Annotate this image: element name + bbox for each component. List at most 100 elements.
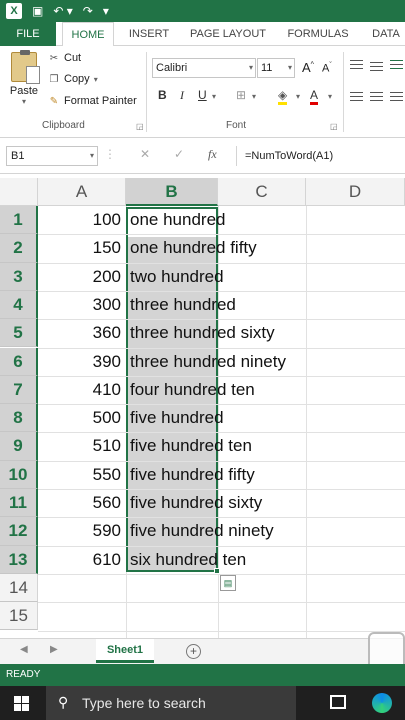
- cell-b[interactable]: [127, 574, 405, 602]
- cell-a[interactable]: [38, 574, 125, 602]
- row-header[interactable]: 2: [0, 234, 38, 263]
- align-left-icon[interactable]: [350, 92, 363, 101]
- cell-b[interactable]: three hundred ninety: [127, 348, 405, 376]
- bold-button[interactable]: B: [158, 88, 167, 102]
- font-launcher-icon[interactable]: ◲: [330, 122, 338, 131]
- cell-a[interactable]: 410: [38, 376, 125, 404]
- cell-a[interactable]: 610: [38, 546, 125, 574]
- cell-b[interactable]: two hundred: [127, 263, 405, 291]
- borders-dropdown-icon[interactable]: ▾: [252, 92, 256, 101]
- tab-file[interactable]: FILE: [0, 22, 56, 46]
- worksheet-grid[interactable]: A B C D ▤ 1 100 one hundred 2 150 one hundred…: [0, 178, 405, 638]
- cancel-icon[interactable]: ✕: [140, 147, 150, 161]
- borders-icon[interactable]: ⊞: [236, 88, 246, 102]
- row-header[interactable]: 10: [0, 460, 38, 489]
- italic-button[interactable]: I: [180, 88, 184, 103]
- tab-home[interactable]: HOME: [62, 22, 114, 47]
- tab-formulas[interactable]: FORMULAS: [282, 22, 354, 46]
- shrink-font-button[interactable]: Aˇ: [322, 62, 332, 75]
- align-center-icon[interactable]: [370, 92, 383, 101]
- cell-a[interactable]: 560: [38, 489, 125, 517]
- underline-dropdown-icon[interactable]: ▾: [212, 92, 216, 101]
- clipboard-launcher-icon[interactable]: ◲: [136, 122, 144, 131]
- align-middle-icon[interactable]: [370, 62, 383, 71]
- cell-a[interactable]: 590: [38, 517, 125, 545]
- cell-a[interactable]: 100: [38, 206, 125, 234]
- enter-icon[interactable]: ✓: [174, 147, 184, 161]
- align-right-icon[interactable]: [390, 92, 403, 101]
- new-sheet-button[interactable]: +: [186, 644, 201, 659]
- task-view-icon[interactable]: [330, 695, 346, 709]
- paste-button[interactable]: Paste ▾: [8, 50, 40, 106]
- cell-a[interactable]: 390: [38, 348, 125, 376]
- cell-a[interactable]: 510: [38, 432, 125, 460]
- copy-dropdown-icon[interactable]: ▾: [94, 75, 98, 84]
- cut-button[interactable]: ✂ Cut: [48, 52, 81, 64]
- next-sheet-icon[interactable]: ▶: [50, 644, 58, 655]
- row-header[interactable]: 5: [0, 319, 38, 348]
- row-header[interactable]: 1: [0, 206, 38, 235]
- font-name-select[interactable]: Calibri ▾: [152, 58, 256, 78]
- underline-button[interactable]: U: [198, 88, 207, 102]
- fill-dropdown-icon[interactable]: ▾: [296, 92, 300, 101]
- name-box[interactable]: B1 ▾: [6, 146, 98, 166]
- cell-b[interactable]: three hundred: [127, 291, 405, 319]
- cell-b[interactable]: five hundred fifty: [127, 461, 405, 489]
- paste-dropdown-icon[interactable]: ▾: [8, 97, 40, 106]
- insert-function-button[interactable]: fx: [208, 147, 217, 162]
- save-icon[interactable]: ▣: [32, 0, 43, 22]
- cell-b[interactable]: three hundred sixty: [127, 319, 405, 347]
- undo-icon[interactable]: ↶ ▾: [53, 0, 72, 22]
- edge-browser-icon[interactable]: [372, 693, 392, 713]
- cell-a[interactable]: 200: [38, 263, 125, 291]
- column-header-b[interactable]: B: [126, 178, 218, 206]
- font-size-select[interactable]: 11 ▾: [257, 58, 295, 78]
- cell-b[interactable]: five hundred ten: [127, 432, 405, 460]
- cell-b[interactable]: [127, 602, 405, 630]
- cell-a[interactable]: 300: [38, 291, 125, 319]
- row-header[interactable]: 4: [0, 290, 38, 320]
- row-header[interactable]: 13: [0, 545, 38, 574]
- cell-a[interactable]: 550: [38, 461, 125, 489]
- row-header[interactable]: 11: [0, 489, 38, 518]
- grow-font-button[interactable]: A^: [302, 60, 314, 75]
- cell-b[interactable]: one hundred: [127, 206, 405, 234]
- tab-data[interactable]: DATA: [366, 22, 405, 46]
- column-header-d[interactable]: D: [306, 178, 405, 206]
- cell-b[interactable]: five hundred sixty: [127, 489, 405, 517]
- row-header[interactable]: 14: [0, 573, 38, 603]
- cell-a[interactable]: 500: [38, 404, 125, 432]
- cell-a[interactable]: 360: [38, 319, 125, 347]
- row-header[interactable]: 6: [0, 347, 38, 376]
- prev-sheet-icon[interactable]: ◀: [20, 644, 28, 655]
- row-header[interactable]: 15: [0, 602, 38, 631]
- row-header[interactable]: 7: [0, 375, 38, 405]
- taskbar-search-box[interactable]: ⚲ Type here to search: [46, 686, 296, 720]
- copy-button[interactable]: ❐ Copy ▾: [48, 73, 98, 85]
- cell-a[interactable]: 150: [38, 234, 125, 262]
- row-header[interactable]: 12: [0, 517, 38, 546]
- column-header-a[interactable]: A: [38, 178, 126, 206]
- windows-start-icon[interactable]: [14, 696, 29, 711]
- tab-page-layout[interactable]: PAGE LAYOUT: [186, 22, 270, 46]
- cell-b[interactable]: five hundred: [127, 404, 405, 432]
- tab-insert[interactable]: INSERT: [124, 22, 174, 46]
- fill-color-icon[interactable]: ◈: [278, 88, 288, 105]
- row-header[interactable]: 9: [0, 432, 38, 461]
- cell-b[interactable]: one hundred fifty: [127, 234, 405, 262]
- customize-qat-icon[interactable]: ▾: [103, 0, 109, 22]
- select-all-corner[interactable]: [0, 178, 38, 206]
- column-header-c[interactable]: C: [218, 178, 306, 206]
- align-bottom-icon[interactable]: [390, 60, 403, 69]
- cell-a[interactable]: [38, 602, 125, 630]
- font-color-dropdown-icon[interactable]: ▾: [328, 92, 332, 101]
- row-header[interactable]: 3: [0, 262, 38, 291]
- font-color-button[interactable]: A: [310, 88, 319, 105]
- formula-input[interactable]: =NumToWord(A1): [236, 146, 405, 166]
- sheet-tab-sheet1[interactable]: Sheet1: [96, 639, 154, 663]
- cell-b[interactable]: four hundred ten: [127, 376, 405, 404]
- cell-b[interactable]: six hundred ten: [127, 546, 405, 574]
- format-painter-button[interactable]: ✎ Format Painter: [48, 95, 137, 107]
- cell-b[interactable]: five hundred ninety: [127, 517, 405, 545]
- row-header[interactable]: 8: [0, 404, 38, 433]
